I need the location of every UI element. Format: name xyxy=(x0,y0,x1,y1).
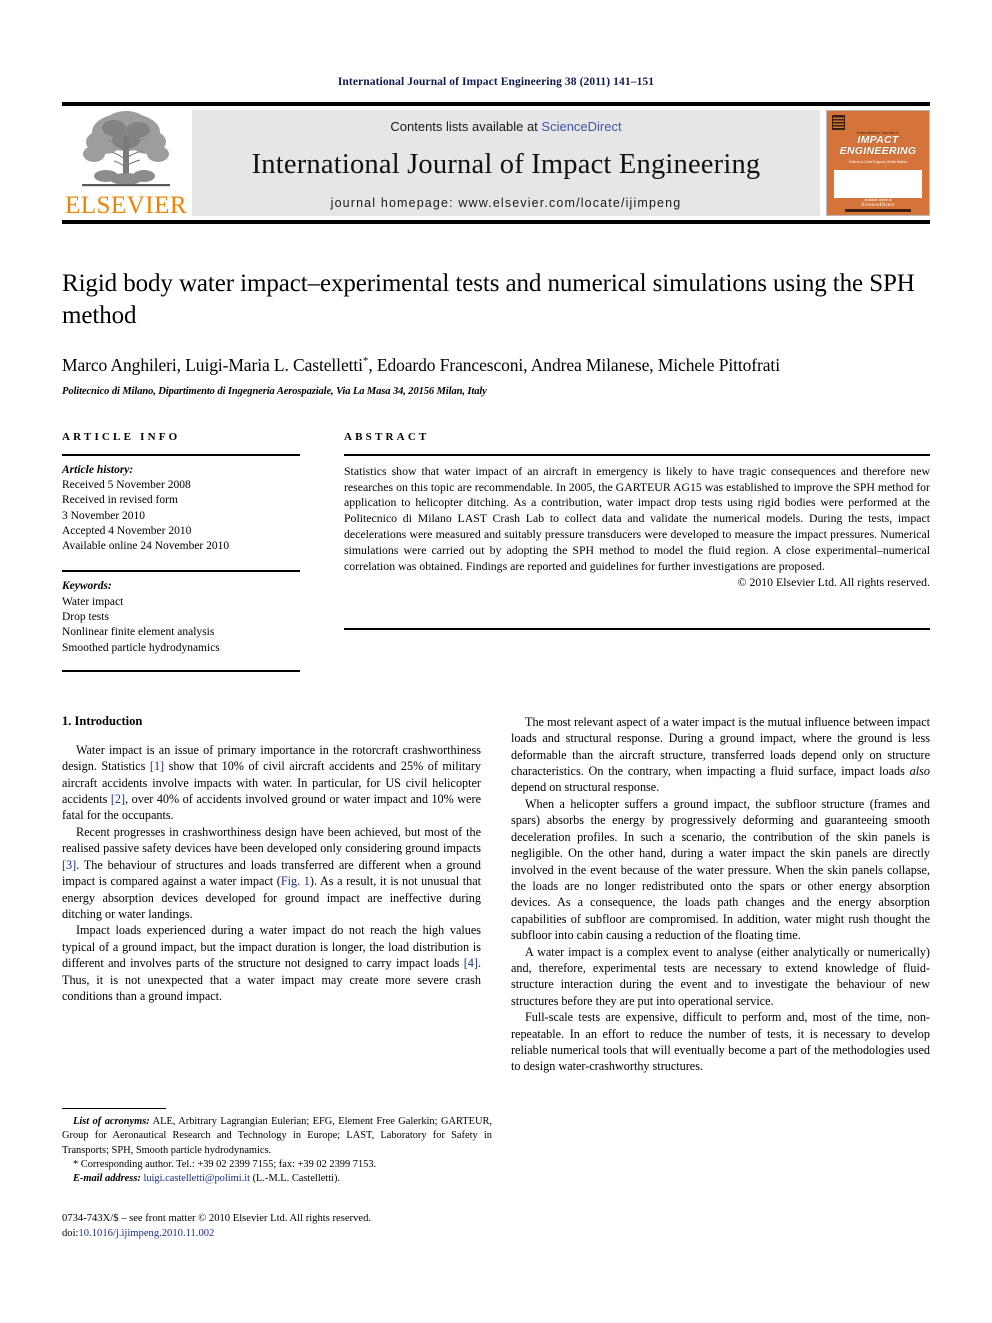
keyword-item: Nonlinear finite element analysis xyxy=(62,626,215,639)
text-run: Full-scale tests are expensive, difficul… xyxy=(511,1010,930,1074)
footnote-email-label: E-mail address: xyxy=(73,1173,141,1184)
article-info-column: ARTICLE INFO Article history: Received 5… xyxy=(62,431,300,672)
running-head: International Journal of Impact Engineer… xyxy=(337,76,655,88)
abstract-bottom-rule xyxy=(344,628,930,631)
page-title: Rigid body water impact–experimental tes… xyxy=(62,270,915,329)
paragraph: When a helicopter suffers a ground impac… xyxy=(511,796,930,944)
history-line: 3 November 2010 xyxy=(62,509,146,522)
body-columns: 1. Introduction Water impact is an issue… xyxy=(62,714,930,1075)
citation-link[interactable]: Fig. 1 xyxy=(281,874,310,888)
footnote-acronyms: List of acronyms: ALE, Arbitrary Lagrang… xyxy=(62,1115,492,1158)
keywords-heading: Keywords: xyxy=(62,580,112,593)
body-column-right: The most relevant aspect of a water impa… xyxy=(511,714,930,1075)
keywords-block: Keywords: Water impact Drop tests Nonlin… xyxy=(62,572,300,669)
history-line: Received 5 November 2008 xyxy=(62,479,191,492)
author-list: Marco Anghileri, Luigi-Maria L. Castelle… xyxy=(62,354,930,377)
keyword-item: Drop tests xyxy=(62,611,109,623)
abstract-column: ABSTRACT Statistics show that water impa… xyxy=(344,431,930,672)
paragraph: A water impact is a complex event to ana… xyxy=(511,944,930,1010)
text-run: The most relevant aspect of a water impa… xyxy=(511,714,930,779)
cover-top: International Journal of IMPACT ENGINEER… xyxy=(827,111,929,166)
text-run: also xyxy=(909,764,930,779)
citation-link[interactable]: [3] xyxy=(62,858,76,872)
text-run: , over 40% of accidents involved ground … xyxy=(62,792,481,823)
footnote-email-suffix: (L.-M.L. Castelletti). xyxy=(250,1173,341,1184)
cover-elsevier-mark-icon xyxy=(832,115,845,130)
journal-masthead: ELSEVIER Contents lists available at Sci… xyxy=(62,102,930,224)
cover-title-line2: ENGINEERING xyxy=(839,145,917,158)
text-run: depend on structural response. xyxy=(511,780,660,795)
article-info-bottom-rule xyxy=(62,669,300,672)
abstract-copyright: © 2010 Elsevier Ltd. All rights reserved… xyxy=(737,575,930,590)
footnote-acronyms-label: List of acronyms: xyxy=(73,1116,150,1127)
doi-line: doi:10.1016/j.ijimpeng.2010.11.002 xyxy=(62,1227,502,1242)
paragraph: Recent progresses in crashworthiness des… xyxy=(62,824,481,922)
text-run: A water impact is a complex event to ana… xyxy=(511,944,930,1008)
history-line: Accepted 4 November 2010 xyxy=(62,524,192,537)
cover-bottom-bar xyxy=(845,209,911,212)
imprint-block: 0734-743X/$ – see front matter © 2010 El… xyxy=(62,1212,502,1242)
journal-cover-thumbnail: International Journal of IMPACT ENGINEER… xyxy=(826,110,930,216)
article-header: Rigid body water impact–experimental tes… xyxy=(62,268,930,397)
footnote-rule xyxy=(62,1108,166,1109)
citation-link[interactable]: [2] xyxy=(111,792,125,806)
journal-homepage-link[interactable]: journal homepage: www.elsevier.com/locat… xyxy=(331,196,682,210)
article-history-block: Article history: Received 5 November 200… xyxy=(62,456,300,571)
citation-link[interactable]: [1] xyxy=(150,759,164,773)
paper-page: International Journal of Impact Engineer… xyxy=(0,0,992,1323)
article-history-heading: Article history: xyxy=(62,463,134,476)
body-column-left: 1. Introduction Water impact is an issue… xyxy=(62,714,481,1075)
cover-bottom: available online at ScienceDirect xyxy=(827,198,929,215)
abstract-text: Statistics show that water impact of an … xyxy=(344,463,930,573)
footnote-block: List of acronyms: ALE, Arbitrary Lagrang… xyxy=(62,1108,492,1186)
elsevier-logo: ELSEVIER xyxy=(62,106,190,220)
journal-title: International Journal of Impact Engineer… xyxy=(251,149,761,180)
doi-label: doi: xyxy=(62,1227,79,1239)
text-run: When a helicopter suffers a ground impac… xyxy=(511,796,930,943)
paragraph: Impact loads experienced during a water … xyxy=(62,922,481,1004)
history-line: Received in revised form xyxy=(62,494,178,507)
cover-editors: Editors-in-Chief Eugenio Oñate Ibáñez xyxy=(848,159,908,164)
footnote-email: E-mail address: luigi.castelletti@polimi… xyxy=(62,1172,492,1186)
cover-image-area xyxy=(834,170,922,198)
paragraph: The most relevant aspect of a water impa… xyxy=(511,714,930,796)
email-link[interactable]: luigi.castelletti@polimi.it xyxy=(143,1173,250,1184)
section-heading-introduction: 1. Introduction xyxy=(62,713,143,728)
authors-part2: , Edoardo Francesconi, Andrea Milanese, … xyxy=(368,355,780,375)
history-line: Available online 24 November 2010 xyxy=(62,540,230,553)
text-run: Recent progresses in crashworthiness des… xyxy=(62,824,481,856)
doi-link[interactable]: 10.1016/j.ijimpeng.2010.11.002 xyxy=(78,1228,214,1239)
keyword-item: Smoothed particle hydrodynamics xyxy=(62,641,220,654)
journal-banner: Contents lists available at ScienceDirec… xyxy=(192,110,820,216)
article-info-label: ARTICLE INFO xyxy=(62,430,181,443)
elsevier-wordmark: ELSEVIER xyxy=(64,192,188,219)
issn-copyright-line: 0734-743X/$ – see front matter © 2010 El… xyxy=(62,1213,372,1224)
abstract-label: ABSTRACT xyxy=(344,430,430,443)
contents-available-line: Contents lists available at ScienceDirec… xyxy=(390,119,621,134)
affiliation: Politecnico di Milano, Dipartimento di I… xyxy=(62,385,487,397)
paragraph: Full-scale tests are expensive, difficul… xyxy=(511,1009,930,1075)
contents-prefix: Contents lists available at xyxy=(390,119,542,134)
paragraph: Water impact is an issue of primary impo… xyxy=(62,742,481,824)
sciencedirect-link[interactable]: ScienceDirect xyxy=(541,119,621,134)
footnote-corresponding-author: * Corresponding author. Tel.: +39 02 239… xyxy=(73,1158,377,1170)
elsevier-tree-icon xyxy=(82,111,170,187)
cover-bottom-brand: ScienceDirect xyxy=(861,202,895,208)
info-abstract-row: ARTICLE INFO Article history: Received 5… xyxy=(62,431,930,672)
text-run: Impact loads experienced during a water … xyxy=(62,923,481,971)
authors-part1: Marco Anghileri, Luigi-Maria L. Castelle… xyxy=(62,355,363,375)
keyword-item: Water impact xyxy=(62,595,124,608)
citation-link[interactable]: [4] xyxy=(464,956,478,970)
